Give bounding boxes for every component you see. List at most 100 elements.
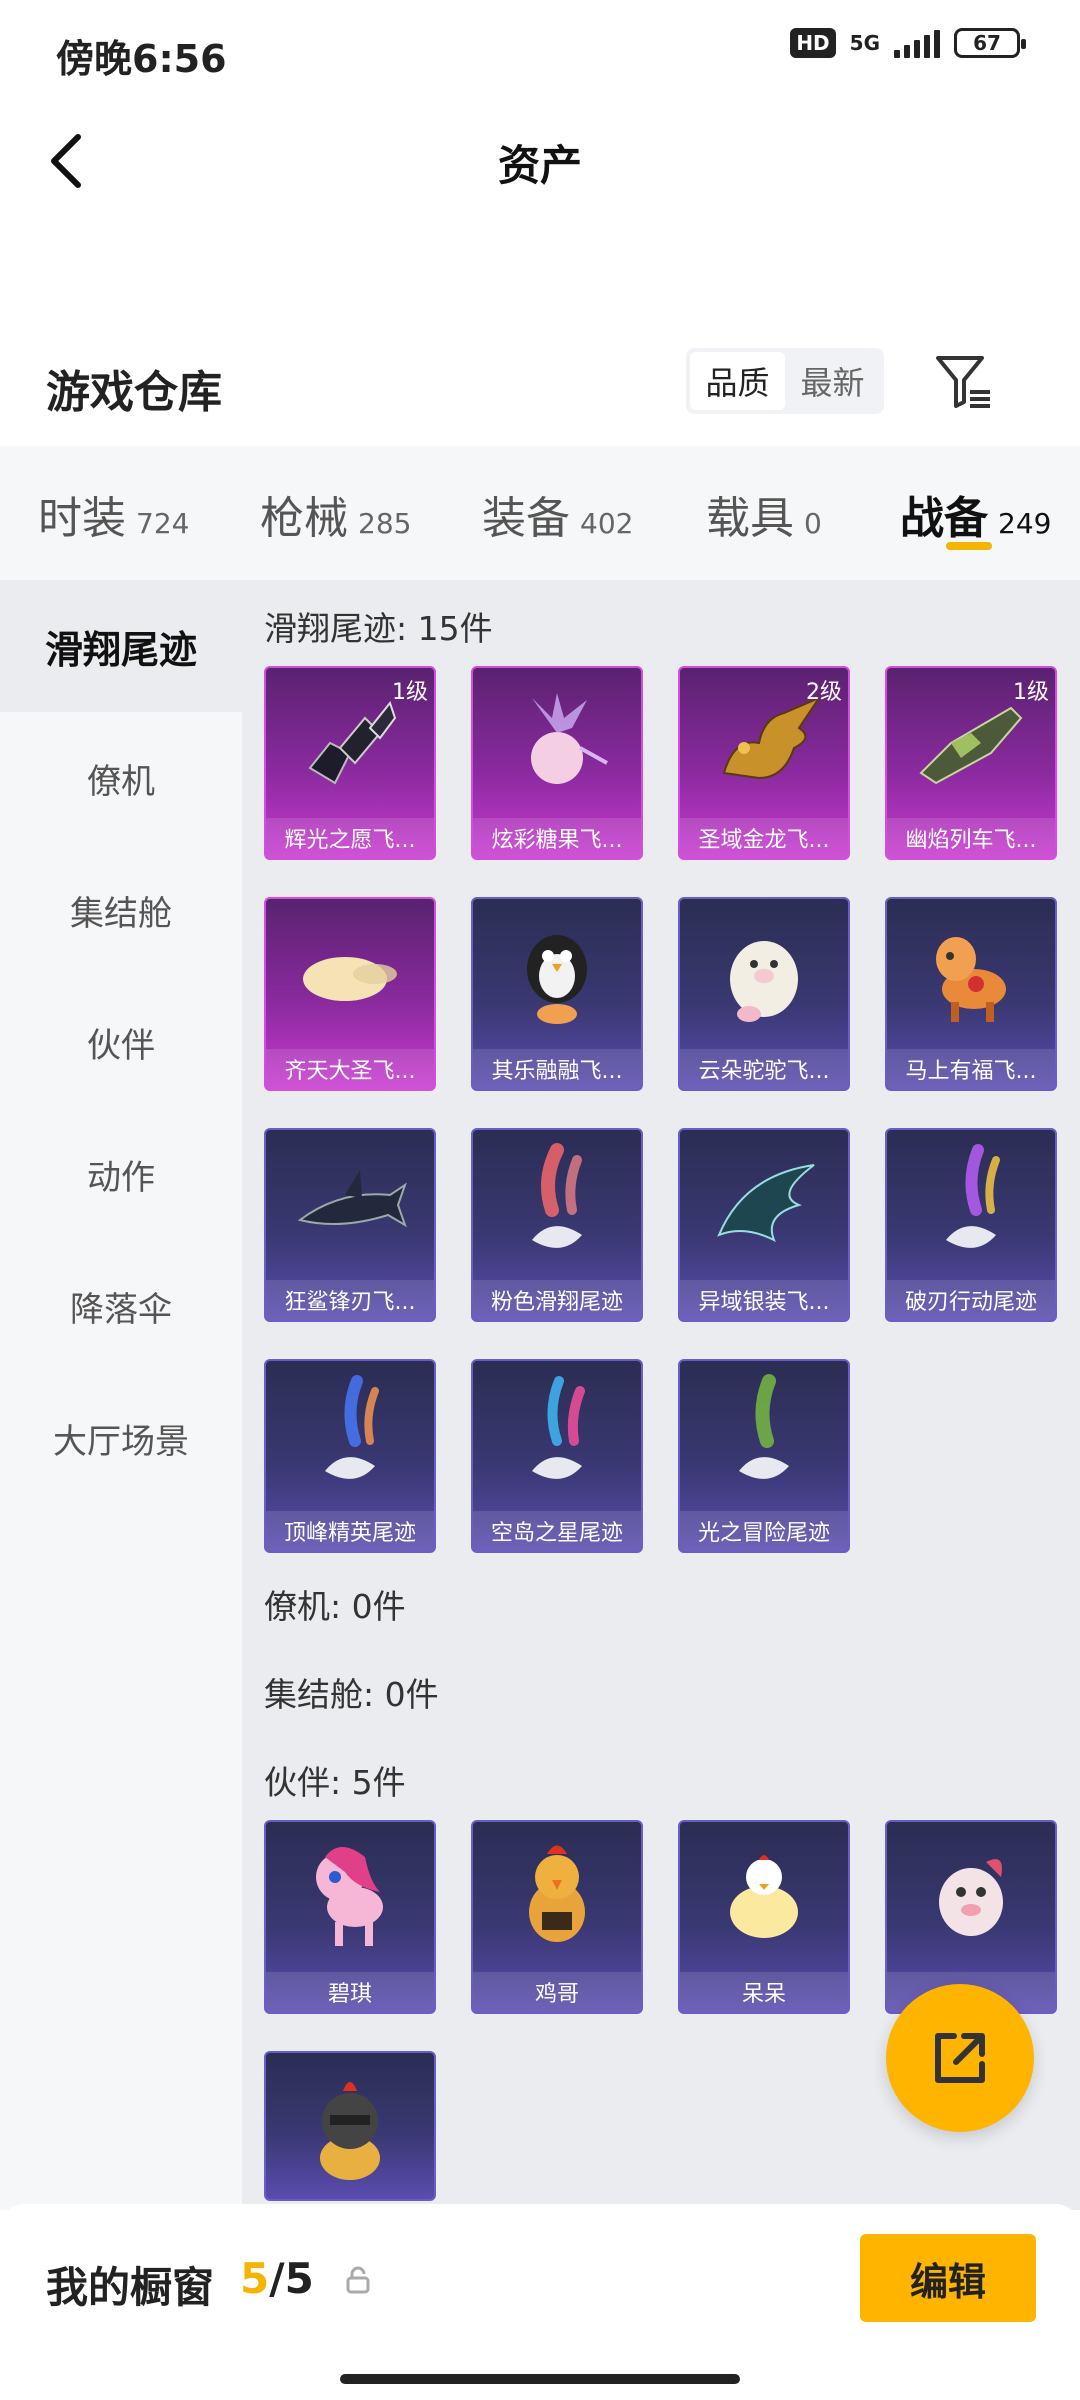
item-card[interactable]: 碧琪 xyxy=(264,1820,436,2014)
item-card[interactable] xyxy=(264,2051,436,2201)
helmet-chick-icon xyxy=(266,2053,434,2199)
item-card[interactable]: 炫彩糖果飞... xyxy=(471,666,643,860)
tab-label: 装备 xyxy=(482,493,570,544)
network-label: 5G xyxy=(849,31,880,55)
sidebar-item-emote[interactable]: 动作 xyxy=(0,1108,242,1240)
tab-vehicles[interactable]: 载具 0 xyxy=(706,482,822,546)
item-card[interactable]: 光之冒险尾迹 xyxy=(678,1359,850,1553)
battery-icon: 67 xyxy=(954,28,1026,58)
category-tabs: 时装 724 枪械 285 装备 402 载具 0 战备 249 xyxy=(0,446,1080,580)
external-link-icon xyxy=(935,2033,985,2083)
title-bar: 资产 xyxy=(0,104,1080,214)
item-name: 辉光之愿飞... xyxy=(266,818,434,858)
edit-button[interactable]: 编辑 xyxy=(860,2234,1036,2322)
sort-toggle: 品质 最新 xyxy=(686,348,884,414)
sidebar: 滑翔尾迹 僚机 集结舱 伙伴 动作 降落伞 大厅场景 xyxy=(0,580,242,2210)
hd-icon: HD xyxy=(790,28,836,58)
sidebar-item-companion[interactable]: 伙伴 xyxy=(0,976,242,1108)
item-name: 圣域金龙飞... xyxy=(680,818,848,858)
section-title: 集结舱: 0件 xyxy=(264,1675,439,1714)
item-card[interactable]: 鸡哥 xyxy=(471,1820,643,2014)
tab-firearms[interactable]: 枪械 285 xyxy=(260,482,411,546)
item-name: 其乐融融飞... xyxy=(473,1049,641,1089)
section-title: 伙伴: 5件 xyxy=(264,1763,406,1802)
lock-icon xyxy=(346,2266,370,2294)
item-name: 狂鲨锋刃飞... xyxy=(266,1280,434,1320)
item-card[interactable]: 其乐融融飞... xyxy=(471,897,643,1091)
star-smoke-icon xyxy=(473,1361,641,1511)
tab-readiness[interactable]: 战备 249 xyxy=(900,482,1051,546)
tab-count: 0 xyxy=(804,507,822,540)
showcase-bar: 我的橱窗 5/5 编辑 xyxy=(0,2204,1080,2400)
bird-icon xyxy=(887,1822,1055,1972)
item-card[interactable]: 异域银装飞... xyxy=(678,1128,850,1322)
item-name: 破刃行动尾迹 xyxy=(887,1280,1055,1320)
green-smoke-icon xyxy=(680,1361,848,1511)
showcase-current: 5 xyxy=(240,2254,270,2303)
item-card[interactable]: 粉色滑翔尾迹 xyxy=(471,1128,643,1322)
filter-button[interactable] xyxy=(934,352,994,412)
item-card[interactable]: 1级幽焰列车飞... xyxy=(885,666,1057,860)
tab-count: 249 xyxy=(998,507,1052,540)
item-card[interactable]: 云朵驼驼飞... xyxy=(678,897,850,1091)
page-title: 资产 xyxy=(497,141,582,190)
warehouse-title: 游戏仓库 xyxy=(46,367,222,418)
sidebar-item-glide-trail[interactable]: 滑翔尾迹 xyxy=(0,580,242,712)
status-icons: HD 5G 67 xyxy=(790,28,1026,58)
section-title: 僚机: 0件 xyxy=(264,1587,406,1626)
tab-label: 载具 xyxy=(706,493,794,544)
shark-icon xyxy=(266,1130,434,1280)
signal-icon xyxy=(894,28,940,58)
tab-label: 战备 xyxy=(900,493,988,544)
item-card[interactable]: 顶峰精英尾迹 xyxy=(264,1359,436,1553)
item-name: 光之冒险尾迹 xyxy=(680,1511,848,1551)
sort-option-latest[interactable]: 最新 xyxy=(785,352,880,410)
candy-icon xyxy=(473,668,641,818)
sidebar-item-pod[interactable]: 集结舱 xyxy=(0,844,242,976)
penguin-icon xyxy=(473,899,641,1049)
chick-icon xyxy=(680,1822,848,1972)
warehouse-header: 游戏仓库 品质 最新 xyxy=(0,340,1080,440)
item-card[interactable]: 2级圣域金龙飞... xyxy=(678,666,850,860)
status-bar: 傍晚6:56 HD 5G 67 xyxy=(0,0,1080,104)
rainbow-smoke-icon xyxy=(887,1130,1055,1280)
wing-icon xyxy=(680,1130,848,1280)
tab-fashion[interactable]: 时装 724 xyxy=(38,482,189,546)
alpaca-icon xyxy=(680,899,848,1049)
sidebar-item-wingman[interactable]: 僚机 xyxy=(0,712,242,844)
tab-equipment[interactable]: 装备 402 xyxy=(482,482,633,546)
item-grid-area: 滑翔尾迹: 15件 僚机: 0件 集结舱: 0件 伙伴: 5件 1级 辉光之愿飞.… xyxy=(242,580,1080,2210)
item-card[interactable]: 齐天大圣飞... xyxy=(264,897,436,1091)
item-card[interactable]: 空岛之星尾迹 xyxy=(471,1359,643,1553)
item-name: 齐天大圣飞... xyxy=(266,1049,434,1089)
item-name: 顶峰精英尾迹 xyxy=(266,1511,434,1551)
item-name: 粉色滑翔尾迹 xyxy=(473,1280,641,1320)
tab-count: 285 xyxy=(358,507,412,540)
item-card[interactable]: 狂鲨锋刃飞... xyxy=(264,1128,436,1322)
showcase-count: 5/5 xyxy=(240,2254,314,2303)
item-name: 云朵驼驼飞... xyxy=(680,1049,848,1089)
level-badge: 2级 xyxy=(806,680,842,705)
cloud-icon xyxy=(266,899,434,1049)
item-name: 异域银装飞... xyxy=(680,1280,848,1320)
item-card[interactable]: 马上有福飞... xyxy=(885,897,1057,1091)
sort-option-quality[interactable]: 品质 xyxy=(690,352,785,410)
tab-count: 402 xyxy=(580,507,634,540)
item-name: 幽焰列车飞... xyxy=(887,818,1055,858)
item-name: 炫彩糖果飞... xyxy=(473,818,641,858)
item-card[interactable]: 破刃行动尾迹 xyxy=(885,1128,1057,1322)
section-title: 滑翔尾迹: 15件 xyxy=(264,609,493,648)
item-name: 碧琪 xyxy=(266,1972,434,2012)
item-name: 空岛之星尾迹 xyxy=(473,1511,641,1551)
sidebar-item-parachute[interactable]: 降落伞 xyxy=(0,1240,242,1372)
tab-label: 时装 xyxy=(38,493,126,544)
tab-active-indicator xyxy=(946,542,992,550)
sidebar-item-lobby-scene[interactable]: 大厅场景 xyxy=(0,1372,242,1504)
share-float-button[interactable] xyxy=(886,1984,1034,2132)
blue-smoke-icon xyxy=(266,1361,434,1511)
item-card[interactable]: 1级 辉光之愿飞... xyxy=(264,666,436,860)
item-card[interactable]: 呆呆 xyxy=(678,1820,850,2014)
pony-icon xyxy=(266,1822,434,1972)
tab-label: 枪械 xyxy=(260,493,348,544)
level-badge: 1级 xyxy=(1013,680,1049,705)
